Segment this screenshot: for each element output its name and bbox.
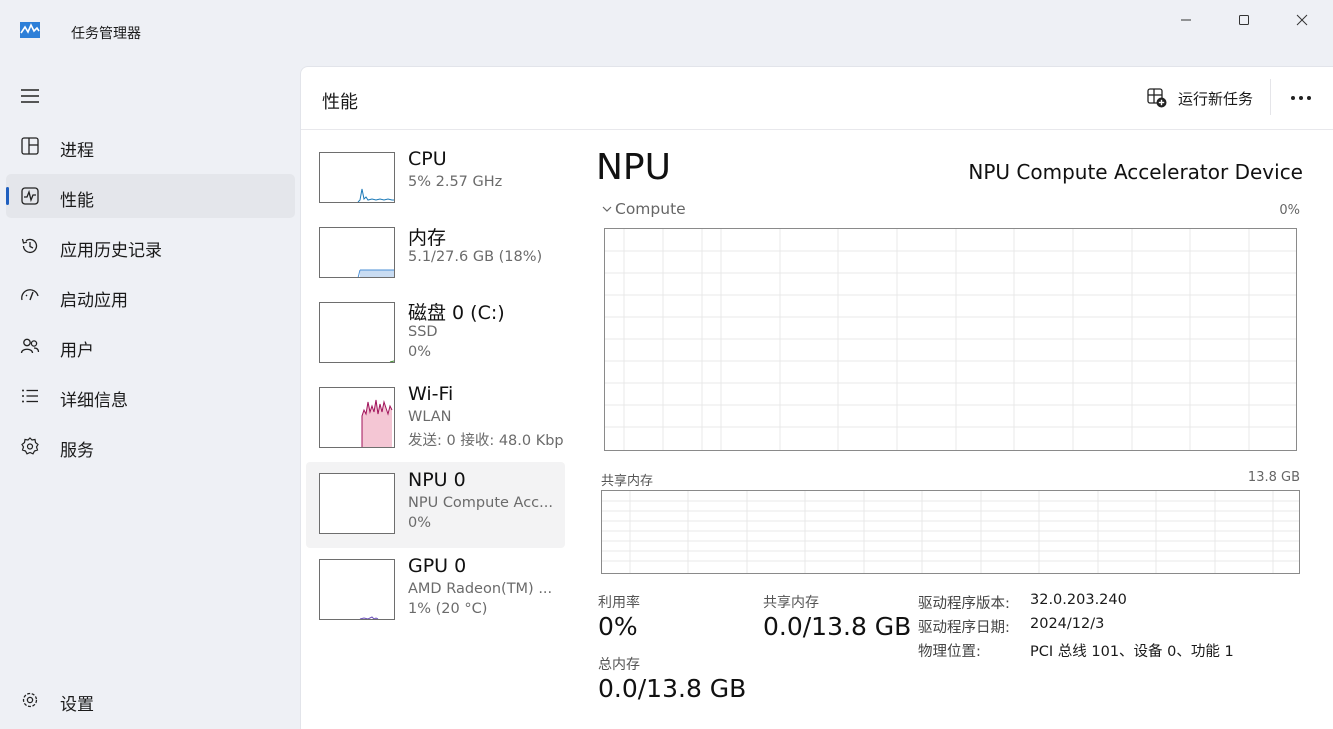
- physical-location-label: 物理位置:: [918, 644, 981, 660]
- task-manager-icon: [20, 22, 40, 38]
- nav-item-label: 详细信息: [60, 391, 128, 411]
- nav-item-services[interactable]: 服务: [6, 424, 295, 468]
- maximize-button[interactable]: [1221, 6, 1267, 34]
- memory-thumbnail-graph: [319, 227, 395, 278]
- device-subtitle: SSD: [408, 324, 438, 340]
- shared-memory-label: 共享内存: [763, 595, 819, 611]
- device-name: Wi-Fi: [408, 383, 454, 405]
- services-icon: [21, 437, 39, 455]
- shared-memory-value: 0.0/13.8 GB: [763, 612, 912, 641]
- device-item-npu[interactable]: NPU 0 NPU Compute Acc... 0%: [306, 462, 565, 548]
- close-icon: [1296, 14, 1308, 26]
- device-subtitle-2: 0%: [408, 515, 432, 531]
- nav-item-label: 设置: [60, 695, 94, 715]
- device-subtitle: AMD Radeon(TM) ...: [408, 581, 553, 597]
- close-button[interactable]: [1279, 6, 1325, 34]
- users-icon: [20, 338, 40, 354]
- run-new-task-label: 运行新任务: [1178, 89, 1254, 108]
- settings-gear-icon: [22, 692, 38, 708]
- device-name: CPU: [408, 148, 447, 170]
- detail-title: NPU: [596, 147, 671, 188]
- panel-header: 性能 运行新任务: [301, 67, 1333, 130]
- cpu-thumbnail-graph: [319, 152, 395, 203]
- total-memory-label: 总内存: [598, 657, 640, 673]
- hamburger-menu-icon[interactable]: [20, 86, 40, 106]
- device-item-wifi[interactable]: Wi-Fi WLAN 发送: 0 接收: 48.0 Kbp: [306, 377, 565, 463]
- nav-item-label: 启动应用: [60, 291, 128, 311]
- device-subtitle-2: 0%: [408, 344, 432, 360]
- shared-memory-graph: [601, 490, 1300, 574]
- detail-device-name: NPU Compute Accelerator Device: [968, 160, 1303, 184]
- active-indicator: [6, 187, 9, 205]
- nav-item-processes[interactable]: 进程: [6, 124, 295, 168]
- shared-memory-graph-label: 共享内存: [601, 474, 654, 489]
- nav-item-label: 进程: [60, 141, 94, 161]
- nav-item-label: 服务: [60, 441, 94, 461]
- title-bar: 任务管理器: [0, 0, 1333, 56]
- header-divider: [1270, 79, 1271, 115]
- compute-label: Compute: [615, 200, 686, 218]
- compute-dropdown[interactable]: Compute: [601, 200, 686, 218]
- nav-item-details[interactable]: 详细信息: [6, 374, 295, 418]
- run-task-icon: [1147, 88, 1167, 108]
- performance-icon: [21, 187, 39, 205]
- shared-memory-max: 13.8 GB: [1247, 470, 1300, 485]
- compute-percent: 0%: [1279, 203, 1300, 218]
- device-item-memory[interactable]: 内存 5.1/27.6 GB (18%): [306, 216, 565, 302]
- device-name: 内存: [408, 227, 447, 249]
- minimize-icon: [1181, 19, 1191, 21]
- device-subtitle-2: 发送: 0 接收: 48.0 Kbp: [408, 433, 564, 449]
- chevron-down-icon: [602, 206, 612, 212]
- utilization-label: 利用率: [598, 595, 640, 611]
- device-name: GPU 0: [408, 555, 467, 577]
- device-subtitle: 5.1/27.6 GB (18%): [408, 249, 543, 265]
- details-icon: [22, 389, 38, 403]
- device-subtitle: WLAN: [408, 409, 452, 425]
- disk-thumbnail-graph: [319, 302, 395, 363]
- minimize-button[interactable]: [1163, 6, 1209, 34]
- nav-item-startup-apps[interactable]: 启动应用: [6, 274, 295, 318]
- driver-version-value: 32.0.203.240: [1030, 592, 1127, 608]
- run-new-task-button[interactable]: 运行新任务: [1146, 85, 1253, 111]
- device-item-cpu[interactable]: CPU 5% 2.57 GHz: [306, 140, 565, 226]
- device-subtitle-2: 1% (20 °C): [408, 601, 488, 617]
- page-title: 性能: [322, 92, 358, 113]
- more-icon: [1291, 96, 1311, 100]
- device-item-disk[interactable]: 磁盘 0 (C:) SSD 0%: [306, 291, 565, 377]
- nav-item-label: 用户: [60, 341, 94, 361]
- nav-item-label: 性能: [60, 191, 94, 211]
- driver-date-value: 2024/12/3: [1030, 616, 1105, 632]
- nav-item-performance[interactable]: 性能: [6, 174, 295, 218]
- physical-location-value: PCI 总线 101、设备 0、功能 1: [1030, 644, 1234, 660]
- device-item-gpu[interactable]: GPU 0 AMD Radeon(TM) ... 1% (20 °C): [306, 550, 565, 636]
- npu-thumbnail-graph: [319, 473, 395, 534]
- nav-item-settings[interactable]: 设置: [6, 678, 295, 722]
- startup-icon: [21, 289, 39, 301]
- nav-item-label: 应用历史记录: [60, 241, 162, 261]
- device-name: 磁盘 0 (C:): [408, 302, 505, 324]
- processes-icon: [21, 137, 39, 155]
- compute-graph: [604, 228, 1297, 451]
- device-name: NPU 0: [408, 469, 466, 491]
- nav-item-app-history[interactable]: 应用历史记录: [6, 224, 295, 268]
- more-options-button[interactable]: [1287, 85, 1315, 111]
- device-subtitle: NPU Compute Acc...: [408, 495, 553, 511]
- total-memory-value: 0.0/13.8 GB: [598, 674, 747, 703]
- gpu-thumbnail-graph: [319, 559, 395, 620]
- nav-item-users[interactable]: 用户: [6, 324, 295, 368]
- performance-panel: 性能 运行新任务 CPU 5% 2.57 GHz 内存 5.1/27.6 GB …: [300, 66, 1333, 729]
- window-title: 任务管理器: [71, 26, 141, 42]
- device-subtitle: 5% 2.57 GHz: [408, 174, 503, 190]
- utilization-value: 0%: [598, 612, 638, 641]
- driver-version-label: 驱动程序版本:: [918, 596, 1010, 612]
- wifi-thumbnail-graph: [319, 387, 395, 448]
- driver-date-label: 驱动程序日期:: [918, 620, 1010, 636]
- maximize-icon: [1239, 15, 1249, 25]
- history-icon: [21, 238, 38, 254]
